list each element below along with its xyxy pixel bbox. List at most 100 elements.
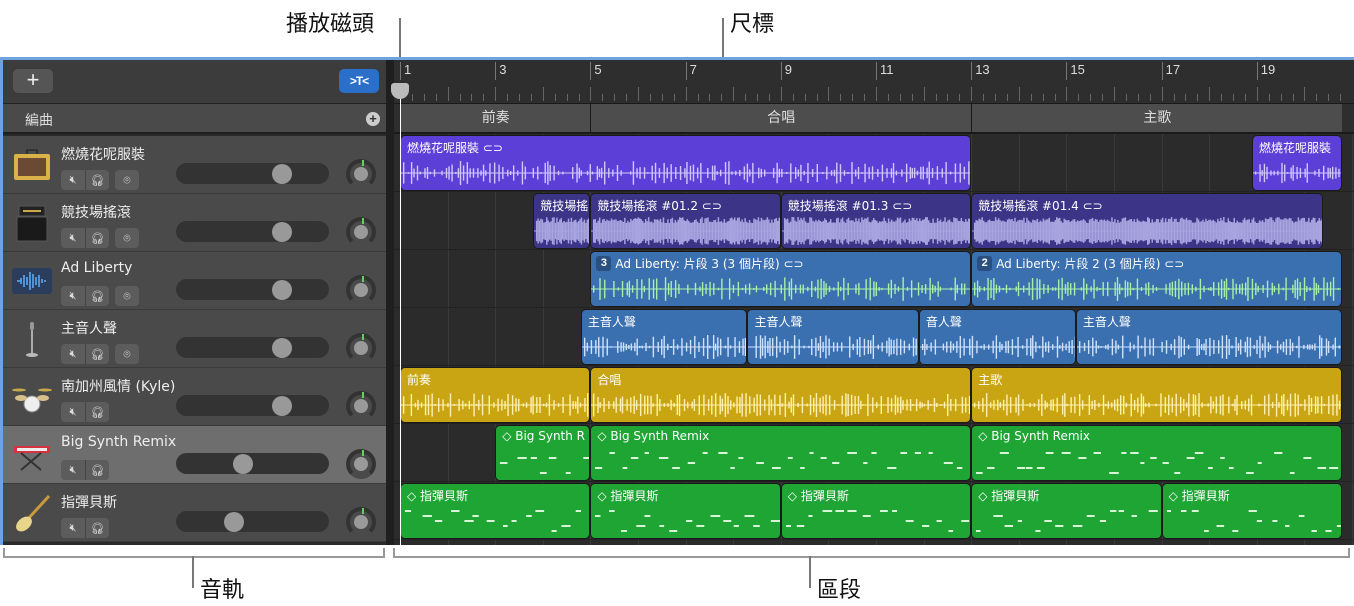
track-name[interactable]: 指彈貝斯: [61, 492, 117, 512]
track-name[interactable]: 南加州風情 (Kyle): [61, 376, 175, 396]
volume-slider-thumb[interactable]: [271, 222, 292, 242]
region[interactable]: 競技場搖滾 #01.3 ⊂⊃: [780, 193, 972, 249]
tracks-area[interactable]: 燃燒花呢服裝 ⊂⊃ 燃燒花呢服裝競技場搖滾競技場搖滾 #01.2 ⊂⊃ 競技場搖滾 …: [394, 134, 1354, 545]
add-track-button[interactable]: +: [13, 69, 53, 93]
region[interactable]: Ad Liberty: 片段 2 (3 個片段) ⊂⊃ 2: [971, 251, 1343, 307]
region[interactable]: ◇ Big Synth R: [495, 425, 591, 481]
mute-button[interactable]: 🔇︎: [61, 344, 85, 364]
solo-headphones-button[interactable]: 🎧︎: [85, 286, 109, 306]
mute-button[interactable]: 🔇︎: [61, 228, 85, 248]
take-count-badge[interactable]: 2: [977, 256, 993, 271]
mute-button[interactable]: 🔇︎: [61, 402, 85, 422]
region[interactable]: ◇ Big Synth Remix: [590, 425, 972, 481]
solo-headphones-button[interactable]: 🎧︎: [85, 228, 109, 248]
ruler-tick: [590, 87, 592, 101]
region[interactable]: 主音人聲: [747, 309, 919, 365]
volume-slider-thumb[interactable]: [271, 280, 292, 300]
record-enable-button[interactable]: ⌾: [115, 228, 139, 248]
arrangement-marker[interactable]: 主歌: [971, 104, 1343, 132]
region[interactable]: 前奏: [400, 367, 591, 423]
region-title: 主音人聲: [587, 315, 636, 329]
playhead-line[interactable]: [400, 90, 401, 545]
pan-knob[interactable]: [346, 217, 376, 247]
record-enable-group: ⌾: [115, 170, 139, 190]
region[interactable]: ◇ 指彈貝斯: [971, 483, 1162, 539]
arrangement-marker[interactable]: 前奏: [400, 104, 591, 132]
mute-button[interactable]: 🔇︎: [61, 170, 85, 190]
record-enable-button[interactable]: ⌾: [115, 344, 139, 364]
region[interactable]: 主音人聲: [1075, 309, 1343, 365]
mute-button[interactable]: 🔇︎: [61, 460, 85, 480]
add-arrangement-marker-icon[interactable]: +: [366, 112, 380, 126]
pan-knob[interactable]: [346, 507, 376, 537]
region[interactable]: 燃燒花呢服裝 ⊂⊃: [400, 135, 972, 191]
mute-button[interactable]: 🔇︎: [61, 286, 85, 306]
track-name[interactable]: Ad Liberty: [61, 260, 132, 276]
pan-knob[interactable]: [346, 159, 376, 189]
track-name[interactable]: 主音人聲: [61, 318, 117, 338]
volume-slider[interactable]: [176, 511, 329, 532]
track-header[interactable]: 燃燒花呢服裝 🔇︎ 🎧︎ ⌾: [3, 136, 386, 194]
solo-headphones-button[interactable]: 🎧︎: [85, 344, 109, 364]
volume-slider[interactable]: [176, 163, 329, 184]
volume-slider-thumb[interactable]: [271, 338, 292, 358]
track-header[interactable]: 指彈貝斯 🔇︎ 🎧︎: [3, 484, 386, 542]
region[interactable]: 音人聲: [918, 309, 1076, 365]
region[interactable]: ◇ Big Synth Remix: [971, 425, 1343, 481]
mute-solo-group: 🔇︎ 🎧︎: [61, 228, 109, 248]
tracks-callout-label: 音軌: [200, 578, 245, 603]
record-enable-button[interactable]: ⌾: [115, 286, 139, 306]
region[interactable]: 競技場搖滾 #01.4 ⊂⊃: [971, 193, 1324, 249]
region[interactable]: 合唱: [590, 367, 972, 423]
ruler[interactable]: 1 3 5 7 9 11 13 15 17 19: [394, 60, 1354, 104]
volume-slider-thumb[interactable]: [271, 396, 292, 416]
track-name[interactable]: 燃燒花呢服裝: [61, 144, 145, 164]
region[interactable]: 主歌: [971, 367, 1343, 423]
midi-notes: [595, 510, 780, 532]
solo-headphones-button[interactable]: 🎧︎: [85, 518, 109, 538]
region-title: 主歌: [978, 373, 1003, 387]
volume-slider[interactable]: [176, 221, 329, 242]
pan-knob[interactable]: [346, 275, 376, 305]
pan-knob[interactable]: [346, 391, 376, 421]
ruler-tick: [745, 94, 747, 101]
ruler-tick: [423, 94, 425, 101]
arrangement-marker[interactable]: 合唱: [590, 104, 972, 132]
mute-button[interactable]: 🔇︎: [61, 518, 85, 538]
region[interactable]: ◇ 指彈貝斯: [780, 483, 972, 539]
volume-slider[interactable]: [176, 337, 329, 358]
pan-knob[interactable]: [346, 449, 376, 479]
record-enable-button[interactable]: ⌾: [115, 170, 139, 190]
region[interactable]: 競技場搖滾: [533, 193, 591, 249]
track-header[interactable]: 主音人聲 🔇︎ 🎧︎ ⌾: [3, 310, 386, 368]
volume-slider-thumb[interactable]: [233, 454, 254, 474]
track-name[interactable]: 競技場搖滾: [61, 202, 131, 222]
solo-headphones-button[interactable]: 🎧︎: [85, 402, 109, 422]
ruler-bar-number: 17: [1161, 62, 1180, 80]
track-header[interactable]: 南加州風情 (Kyle) 🔇︎ 🎧︎: [3, 368, 386, 426]
region[interactable]: 競技場搖滾 #01.2 ⊂⊃: [590, 193, 781, 249]
track-buttons: 🔇︎ 🎧︎ ⌾: [61, 344, 139, 364]
region[interactable]: ◇ 指彈貝斯: [1161, 483, 1343, 539]
track-name[interactable]: Big Synth Remix: [61, 434, 176, 450]
region[interactable]: 燃燒花呢服裝: [1252, 135, 1343, 191]
take-count-badge[interactable]: 3: [596, 256, 612, 271]
track-header[interactable]: Ad Liberty 🔇︎ 🎧︎ ⌾: [3, 252, 386, 310]
smart-controls-filter-button[interactable]: >T<: [339, 69, 379, 93]
volume-slider[interactable]: [176, 453, 329, 474]
region[interactable]: ◇ 指彈貝斯: [400, 483, 591, 539]
volume-slider-thumb[interactable]: [223, 512, 244, 532]
ruler-tick: [864, 94, 866, 101]
region[interactable]: 主音人聲: [580, 309, 748, 365]
solo-headphones-button[interactable]: 🎧︎: [85, 170, 109, 190]
region[interactable]: Ad Liberty: 片段 3 (3 個片段) ⊂⊃ 3: [590, 251, 972, 307]
pan-knob[interactable]: [346, 333, 376, 363]
volume-slider-thumb[interactable]: [271, 164, 292, 184]
track-header[interactable]: 競技場搖滾 🔇︎ 🎧︎ ⌾: [3, 194, 386, 252]
panel-divider[interactable]: [386, 60, 394, 545]
solo-headphones-button[interactable]: 🎧︎: [85, 460, 109, 480]
volume-slider[interactable]: [176, 279, 329, 300]
volume-slider[interactable]: [176, 395, 329, 416]
region[interactable]: ◇ 指彈貝斯: [590, 483, 781, 539]
track-header[interactable]: Big Synth Remix 🔇︎ 🎧︎: [3, 426, 386, 484]
